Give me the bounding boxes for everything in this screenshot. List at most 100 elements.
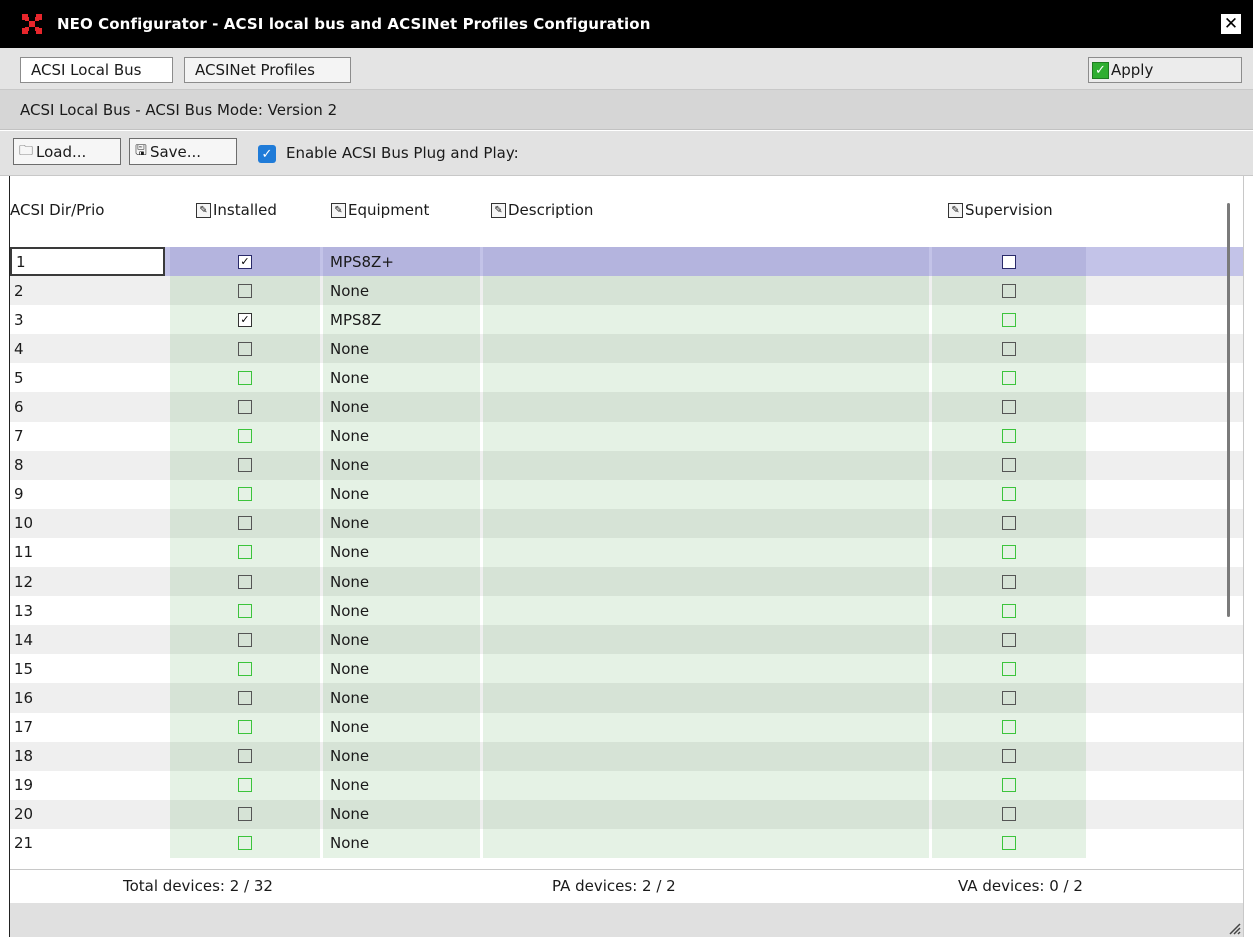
plug-and-play-checkbox[interactable]: ✓	[258, 145, 276, 163]
dir-cell[interactable]: 4	[10, 334, 165, 363]
installed-cell[interactable]: ✓	[170, 305, 320, 335]
supervision-checkbox[interactable]	[1002, 778, 1016, 793]
dir-cell[interactable]: 8	[10, 451, 165, 480]
installed-checkbox[interactable]	[238, 749, 252, 764]
description-cell[interactable]	[483, 596, 929, 626]
dir-cell[interactable]: 15	[10, 654, 165, 683]
installed-cell[interactable]	[170, 741, 320, 771]
dir-cell[interactable]: 5	[10, 363, 165, 392]
dir-cell[interactable]: 12	[10, 567, 165, 596]
description-cell[interactable]	[483, 450, 929, 480]
supervision-checkbox[interactable]	[1002, 400, 1016, 415]
installed-checkbox[interactable]	[238, 720, 252, 735]
description-cell[interactable]	[483, 770, 929, 800]
dir-cell[interactable]: 10	[10, 509, 165, 538]
supervision-checkbox[interactable]	[1002, 690, 1016, 705]
table-row[interactable]: 14 None	[10, 625, 1243, 655]
installed-checkbox[interactable]	[238, 690, 252, 705]
equipment-cell[interactable]: None	[323, 770, 480, 800]
supervision-cell[interactable]	[932, 537, 1086, 568]
load-label[interactable]: Load...	[36, 143, 86, 161]
equipment-cell[interactable]: None	[323, 625, 480, 655]
equipment-cell[interactable]: None	[323, 392, 480, 422]
description-cell[interactable]	[483, 363, 929, 393]
description-cell[interactable]	[483, 567, 929, 597]
installed-checkbox[interactable]	[238, 487, 252, 502]
column-header-equipment[interactable]: ✎ Equipment	[331, 201, 429, 219]
installed-checkbox[interactable]	[238, 429, 252, 444]
supervision-cell[interactable]	[932, 625, 1086, 655]
equipment-cell[interactable]: None	[323, 596, 480, 626]
supervision-checkbox[interactable]	[1002, 370, 1016, 385]
equipment-cell[interactable]: None	[323, 450, 480, 480]
supervision-cell[interactable]	[932, 741, 1086, 771]
supervision-cell[interactable]	[932, 770, 1086, 800]
installed-checkbox[interactable]	[238, 400, 252, 415]
installed-cell[interactable]	[170, 683, 320, 713]
tab-acsinet-profiles[interactable]: ACSINet Profiles	[184, 57, 351, 83]
supervision-checkbox[interactable]	[1002, 749, 1016, 764]
installed-cell[interactable]	[170, 334, 320, 364]
description-cell[interactable]	[483, 334, 929, 364]
description-cell[interactable]	[483, 654, 929, 684]
equipment-cell[interactable]: None	[323, 363, 480, 393]
equipment-cell[interactable]: None	[323, 479, 480, 509]
dir-cell[interactable]: 1	[10, 247, 165, 277]
supervision-cell[interactable]	[932, 276, 1086, 306]
installed-checkbox[interactable]	[238, 458, 252, 473]
table-row[interactable]: 1 ✓ MPS8Z+	[10, 247, 1243, 277]
dir-cell[interactable]: 19	[10, 771, 165, 800]
equipment-cell[interactable]: MPS8Z+	[323, 247, 480, 277]
description-cell[interactable]	[483, 392, 929, 422]
equipment-cell[interactable]: None	[323, 421, 480, 451]
supervision-checkbox[interactable]	[1002, 661, 1016, 676]
installed-cell[interactable]	[170, 508, 320, 538]
supervision-cell[interactable]	[932, 596, 1086, 626]
installed-checkbox[interactable]	[238, 632, 252, 647]
supervision-cell[interactable]	[932, 828, 1086, 858]
edit-icon[interactable]: ✎	[196, 202, 211, 218]
table-row[interactable]: 8 None	[10, 450, 1243, 480]
supervision-cell[interactable]	[932, 479, 1086, 509]
vertical-scrollbar[interactable]	[1227, 203, 1230, 617]
description-cell[interactable]	[483, 247, 929, 277]
table-row[interactable]: 18 None	[10, 741, 1243, 771]
supervision-checkbox[interactable]	[1002, 807, 1016, 822]
table-row[interactable]: 5 None	[10, 363, 1243, 393]
table-row[interactable]: 10 None	[10, 508, 1243, 538]
installed-checkbox[interactable]	[238, 283, 252, 298]
table-row[interactable]: 17 None	[10, 712, 1243, 742]
supervision-cell[interactable]	[932, 334, 1086, 364]
installed-checkbox[interactable]	[238, 516, 252, 531]
supervision-checkbox[interactable]	[1002, 516, 1016, 531]
description-cell[interactable]	[483, 741, 929, 771]
edit-icon[interactable]: ✎	[331, 202, 346, 218]
table-row[interactable]: 7 None	[10, 421, 1243, 451]
installed-checkbox[interactable]	[238, 836, 252, 851]
dir-cell[interactable]: 3	[10, 305, 165, 334]
table-row[interactable]: 12 None	[10, 567, 1243, 597]
table-row[interactable]: 2 None	[10, 276, 1243, 306]
description-cell[interactable]	[483, 276, 929, 306]
installed-cell[interactable]	[170, 392, 320, 422]
description-cell[interactable]	[483, 683, 929, 713]
table-row[interactable]: 3 ✓ MPS8Z	[10, 305, 1243, 335]
supervision-cell[interactable]	[932, 450, 1086, 480]
installed-cell[interactable]	[170, 450, 320, 480]
equipment-cell[interactable]: None	[323, 654, 480, 684]
equipment-cell[interactable]: None	[323, 741, 480, 771]
supervision-cell[interactable]	[932, 363, 1086, 393]
supervision-checkbox[interactable]	[1002, 836, 1016, 851]
installed-cell[interactable]	[170, 799, 320, 829]
supervision-cell[interactable]	[932, 799, 1086, 829]
column-header-description[interactable]: ✎ Description	[491, 201, 593, 219]
installed-cell[interactable]	[170, 421, 320, 451]
installed-cell[interactable]	[170, 596, 320, 626]
description-cell[interactable]	[483, 828, 929, 858]
column-header-installed[interactable]: ✎ Installed	[196, 201, 277, 219]
supervision-cell[interactable]	[932, 247, 1086, 277]
supervision-cell[interactable]	[932, 508, 1086, 538]
installed-cell[interactable]	[170, 828, 320, 858]
save-label[interactable]: Save...	[150, 143, 201, 161]
installed-cell[interactable]	[170, 567, 320, 597]
